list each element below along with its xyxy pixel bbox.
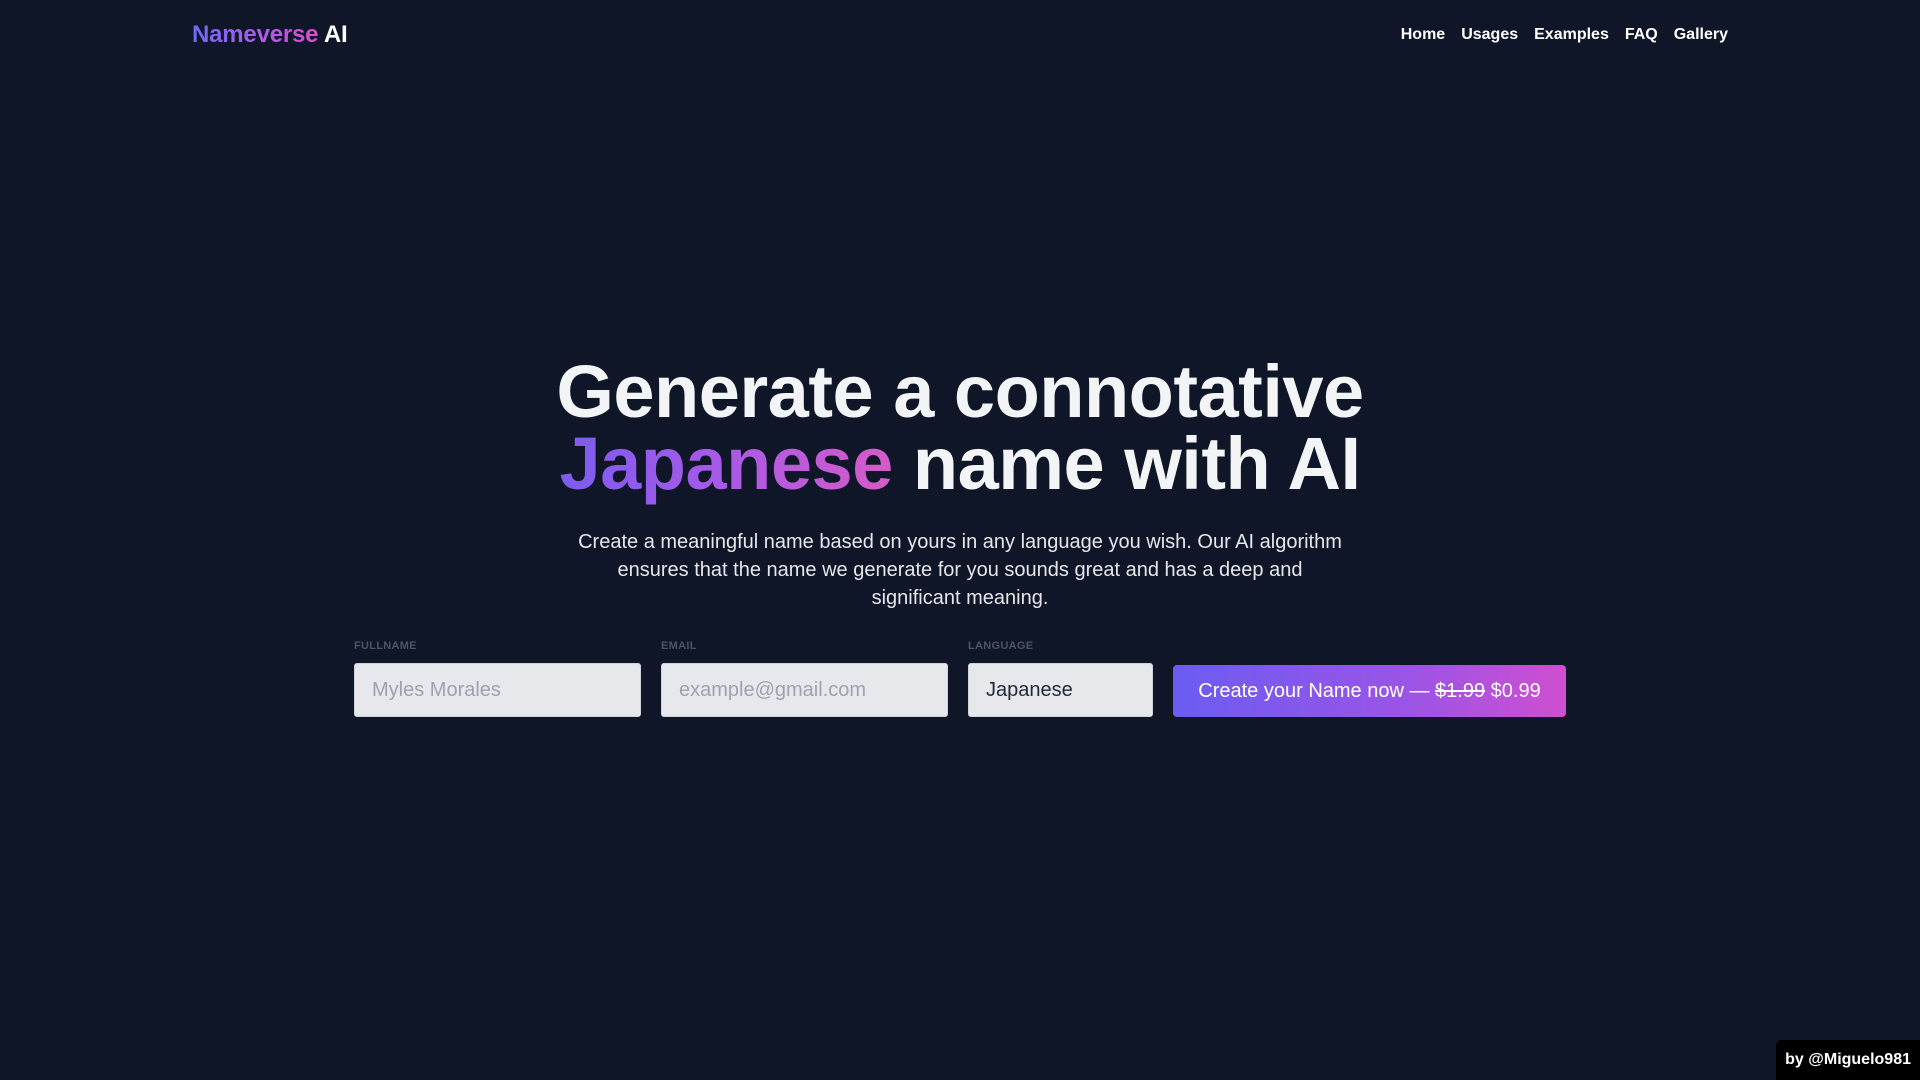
fullname-input[interactable] <box>354 663 641 717</box>
page-title: Generate a connotative Japanese name wit… <box>0 355 1920 501</box>
fullname-group: FULLNAME <box>354 639 641 717</box>
old-price: $1.99 <box>1435 679 1486 702</box>
language-group: LANGUAGE Japanese <box>968 639 1153 717</box>
brand-suffix: AI <box>323 21 348 48</box>
headline-line1: Generate a connotative <box>556 350 1364 433</box>
author-credit-link[interactable]: by @Miguelo981 <box>1776 1040 1920 1080</box>
nav-examples[interactable]: Examples <box>1534 26 1609 44</box>
nav-usages[interactable]: Usages <box>1461 26 1518 44</box>
email-label: EMAIL <box>661 640 697 652</box>
new-price: $0.99 <box>1490 679 1541 702</box>
headline-rest: name with AI <box>912 422 1361 505</box>
headline-language: Japanese <box>559 422 893 505</box>
fullname-label: FULLNAME <box>354 640 417 652</box>
nav-faq[interactable]: FAQ <box>1625 26 1658 44</box>
hero: Generate a connotative Japanese name wit… <box>0 355 1920 612</box>
hero-subtitle: Create a meaningful name based on yours … <box>578 531 1342 609</box>
brand-logo[interactable]: Nameverse AI <box>192 21 348 49</box>
nav-gallery[interactable]: Gallery <box>1674 26 1728 44</box>
email-group: EMAIL <box>661 639 948 717</box>
nav-home[interactable]: Home <box>1401 26 1445 44</box>
language-label: LANGUAGE <box>968 640 1034 652</box>
cta-text: Create your Name now — <box>1198 679 1436 702</box>
nav-links: Home Usages Examples FAQ Gallery <box>1401 26 1728 44</box>
brand-name: Nameverse <box>192 21 319 48</box>
language-select[interactable]: Japanese <box>968 663 1153 717</box>
create-name-button[interactable]: Create your Name now — $1.99 $0.99 <box>1173 665 1566 717</box>
top-nav: Nameverse AI Home Usages Examples FAQ Ga… <box>0 0 1920 72</box>
name-generator-form: FULLNAME EMAIL LANGUAGE Japanese Create … <box>354 639 1566 719</box>
email-input[interactable] <box>661 663 948 717</box>
